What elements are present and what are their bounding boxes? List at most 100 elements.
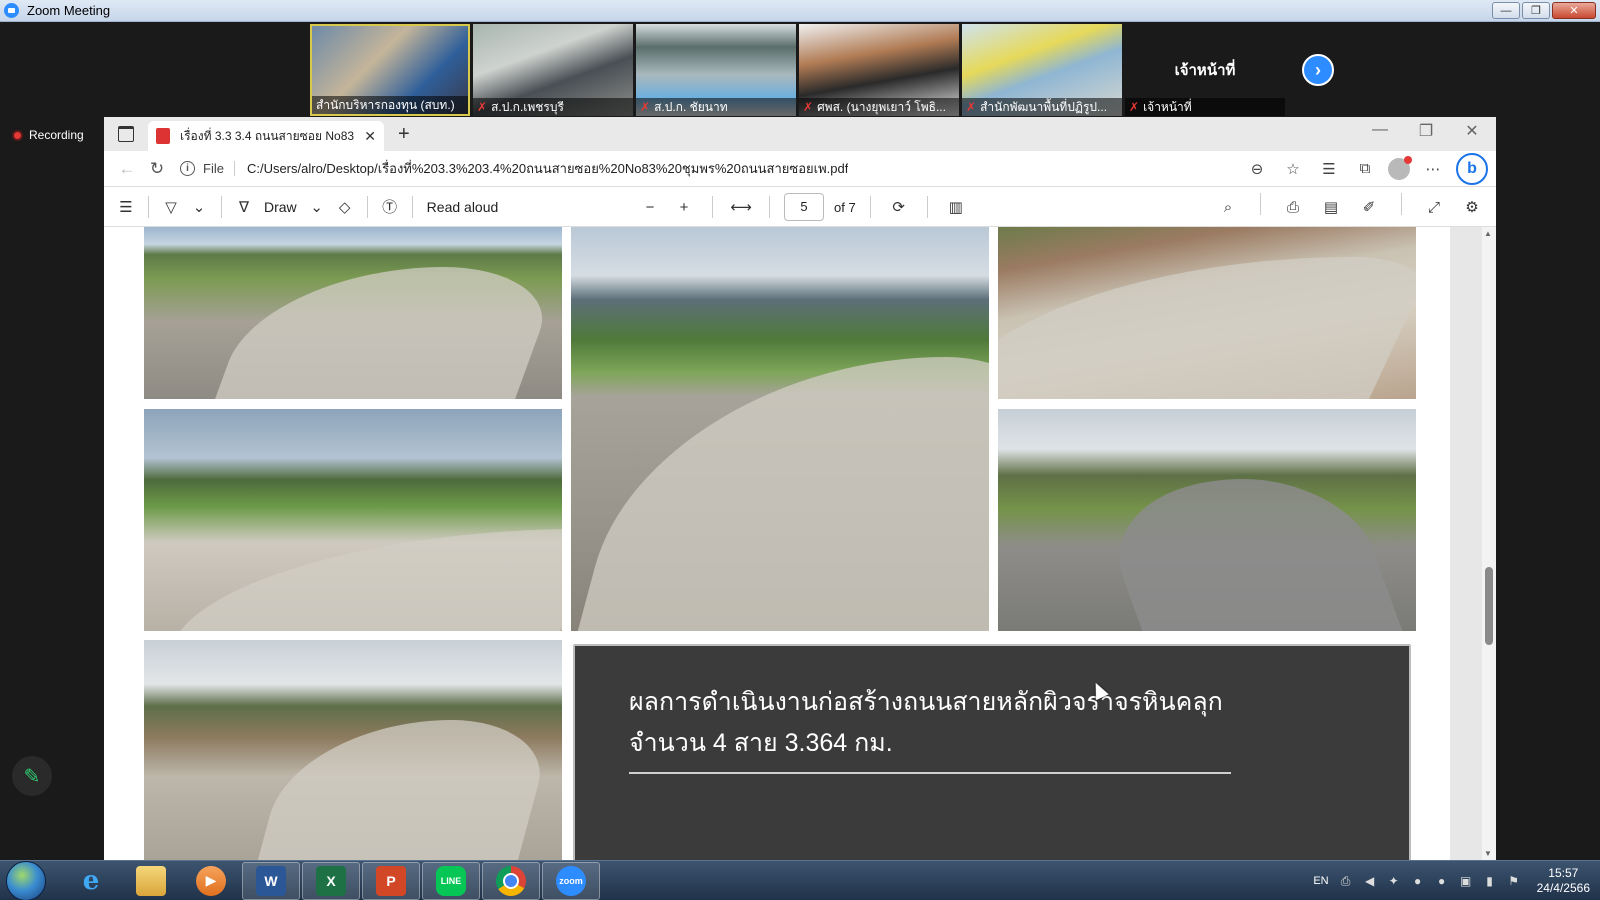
address-bar-actions: ⊖ ☆ ☰ ⧉ ⋯ b [1244,152,1488,185]
start-button[interactable] [6,860,46,900]
powerpoint-icon: P [376,865,406,896]
add-favorite-icon[interactable]: ☆ [1280,156,1306,182]
fit-to-width-icon[interactable]: ⟷ [727,193,755,221]
draw-button[interactable]: Draw [264,199,297,215]
zoom-out-icon[interactable]: ⊖ [1244,156,1270,182]
taskbar-app-word[interactable]: W [242,861,300,900]
video-tile[interactable]: สำนักบริหารกองทุน (สบท.) [310,24,470,116]
summary-text: ผลการดำเนินงานก่อสร้างถนนสายหลักผิวจราจร… [629,682,1223,764]
network-signal-icon[interactable]: ▮ [1483,874,1497,888]
fullscreen-icon[interactable]: ⤢ [1420,193,1448,221]
summary-line-2: จำนวน 4 สาย 3.364 กม. [629,729,893,757]
pdf-toolbar: ☰ ▽ ⌄ ∇ Draw ⌄ ◇ Ⓣ Read aloud − + ⟷ 5 of… [104,187,1496,227]
clock[interactable]: 15:57 24/4/2566 [1537,866,1590,896]
bing-chat-icon[interactable]: b [1456,152,1488,185]
maximize-button[interactable]: ❐ [1522,2,1550,19]
eraser-icon[interactable]: ◇ [331,193,359,221]
tab-pdf[interactable]: เรื่องที่ 3.3 3.4 ถนนสายซอย No83 ชุ ✕ [148,121,384,151]
pencil-icon[interactable]: ✎ [12,756,52,796]
road-photo [998,227,1416,399]
page-view-icon[interactable]: ▥ [942,193,970,221]
tab-actions-icon[interactable] [114,122,138,146]
summary-divider [629,772,1231,774]
mic-muted-icon: ✗ [803,100,814,114]
scroll-down-icon[interactable]: ▼ [1484,849,1492,858]
video-tile[interactable]: ✗ ส.ป.ก. ชัยนาท [636,24,796,116]
save-icon[interactable]: ▤ [1317,193,1345,221]
volume-icon[interactable]: ◀ [1363,874,1377,888]
add-text-icon[interactable]: Ⓣ [376,193,404,221]
language-indicator[interactable]: EN [1313,875,1328,887]
scroll-up-icon[interactable]: ▲ [1484,229,1492,238]
rotate-icon[interactable]: ⟳ [885,193,913,221]
close-tab-icon[interactable]: ✕ [364,128,376,145]
info-icon[interactable]: i [180,161,195,176]
url-field[interactable]: i File C:/Users/alro/Desktop/เรื่องที่%2… [180,155,1244,183]
pdf-viewport[interactable]: ผลการดำเนินงานก่อสร้างถนนสายหลักผิวจราจร… [104,227,1496,860]
taskbar-app-chrome[interactable] [482,861,540,900]
taskbar-app-explorer[interactable] [122,862,180,900]
taskbar-app-line[interactable]: LINE [422,861,480,900]
page-number-input[interactable]: 5 [784,193,824,221]
profile-avatar[interactable] [1388,155,1412,180]
browser-restore-button[interactable]: ❐ [1410,121,1442,141]
more-options-icon[interactable]: ⋯ [1420,156,1446,182]
highlight-icon[interactable]: ▽ [157,193,185,221]
media-player-icon: ▶ [196,865,226,896]
taskbar-app-powerpoint[interactable]: P [362,861,420,900]
toolbar-divider [869,196,871,218]
printer-icon[interactable]: ⎙ [1339,874,1353,888]
read-aloud-button[interactable]: Read aloud [427,199,499,215]
file-label: File [203,161,235,176]
browser-close-button[interactable]: ✕ [1456,121,1488,141]
favorites-icon[interactable]: ☰ [1316,156,1342,182]
browser-window-controls: — ❐ ✕ [1364,121,1488,141]
video-tile[interactable]: ✗ สำนักพัฒนาพื้นที่ปฏิรูป... [962,24,1122,116]
zoom-plus-icon[interactable]: + [670,193,698,221]
minimize-button[interactable]: — [1492,2,1520,19]
mic-muted-icon: ✗ [640,100,651,114]
collections-icon[interactable]: ⧉ [1352,156,1378,182]
chevron-down-icon[interactable]: ⌄ [185,193,213,221]
page-total: of 7 [834,199,856,215]
contents-icon[interactable]: ☰ [112,193,140,221]
new-tab-icon[interactable]: + [398,123,410,146]
windows-taskbar: e ▶ W X P LINE zoom EN ⎙ ◀ ✦ ● ● ▣ ▮ ⚑ 1… [0,860,1600,900]
next-page-arrow-icon[interactable]: › [1302,54,1334,86]
print-icon[interactable]: ⎙ [1279,193,1307,221]
video-tile[interactable]: เจ้าหน้าที่ ✗ เจ้าหน้าที่ [1125,24,1285,116]
browser-minimize-button[interactable]: — [1364,121,1396,141]
taskbar-app-zoom[interactable]: zoom [542,861,600,900]
summary-line-1: ผลการดำเนินงานก่อสร้างถนนสายหลักผิวจราจร… [629,688,1223,716]
video-tile[interactable]: ✗ ศพส. (นางยุพเยาว์ โพธิ... [799,24,959,116]
taskbar-app-ie[interactable]: e [62,862,120,900]
line-tray-icon[interactable]: ● [1435,874,1449,888]
pdf-toolbar-right: ⌕ ⎙ ▤ ✐ ⤢ ⚙ [1214,193,1486,221]
display-icon[interactable]: ▣ [1459,874,1473,888]
video-tile[interactable]: ✗ ส.ป.ก.เพชรบุรี [473,24,633,116]
zoom-window-controls: — ❐ ✕ [1492,2,1596,19]
participant-name: ✗ ส.ป.ก.เพชรบุรี [473,98,633,116]
mic-muted-icon: ✗ [477,100,488,114]
settings-gear-icon[interactable]: ⚙ [1458,193,1486,221]
participant-name: ✗ ศพส. (นางยุพเยาว์ โพธิ... [799,98,959,116]
draw-icon[interactable]: ∇ [230,193,258,221]
refresh-icon[interactable]: ↻ [142,154,172,184]
back-arrow-icon[interactable]: ← [112,154,142,184]
zoom-tray-icon[interactable]: ● [1411,874,1425,888]
vertical-scrollbar[interactable]: ▲ ▼ [1482,227,1496,860]
toolbar-divider [712,196,713,218]
flag-icon[interactable]: ⚑ [1507,874,1521,888]
taskbar-app-excel[interactable]: X [302,861,360,900]
line-icon: LINE [436,865,466,896]
scroll-thumb[interactable] [1485,567,1493,645]
clock-date: 24/4/2566 [1536,881,1590,895]
close-button[interactable]: ✕ [1552,2,1596,19]
search-icon[interactable]: ⌕ [1214,193,1242,221]
zoom-minus-icon[interactable]: − [636,193,664,221]
chevron-down-icon[interactable]: ⌄ [303,193,331,221]
save-as-icon[interactable]: ✐ [1355,193,1383,221]
tab-title: เรื่องที่ 3.3 3.4 ถนนสายซอย No83 ชุ [180,128,359,143]
taskbar-app-media[interactable]: ▶ [182,862,240,900]
security-icon[interactable]: ✦ [1387,874,1401,888]
